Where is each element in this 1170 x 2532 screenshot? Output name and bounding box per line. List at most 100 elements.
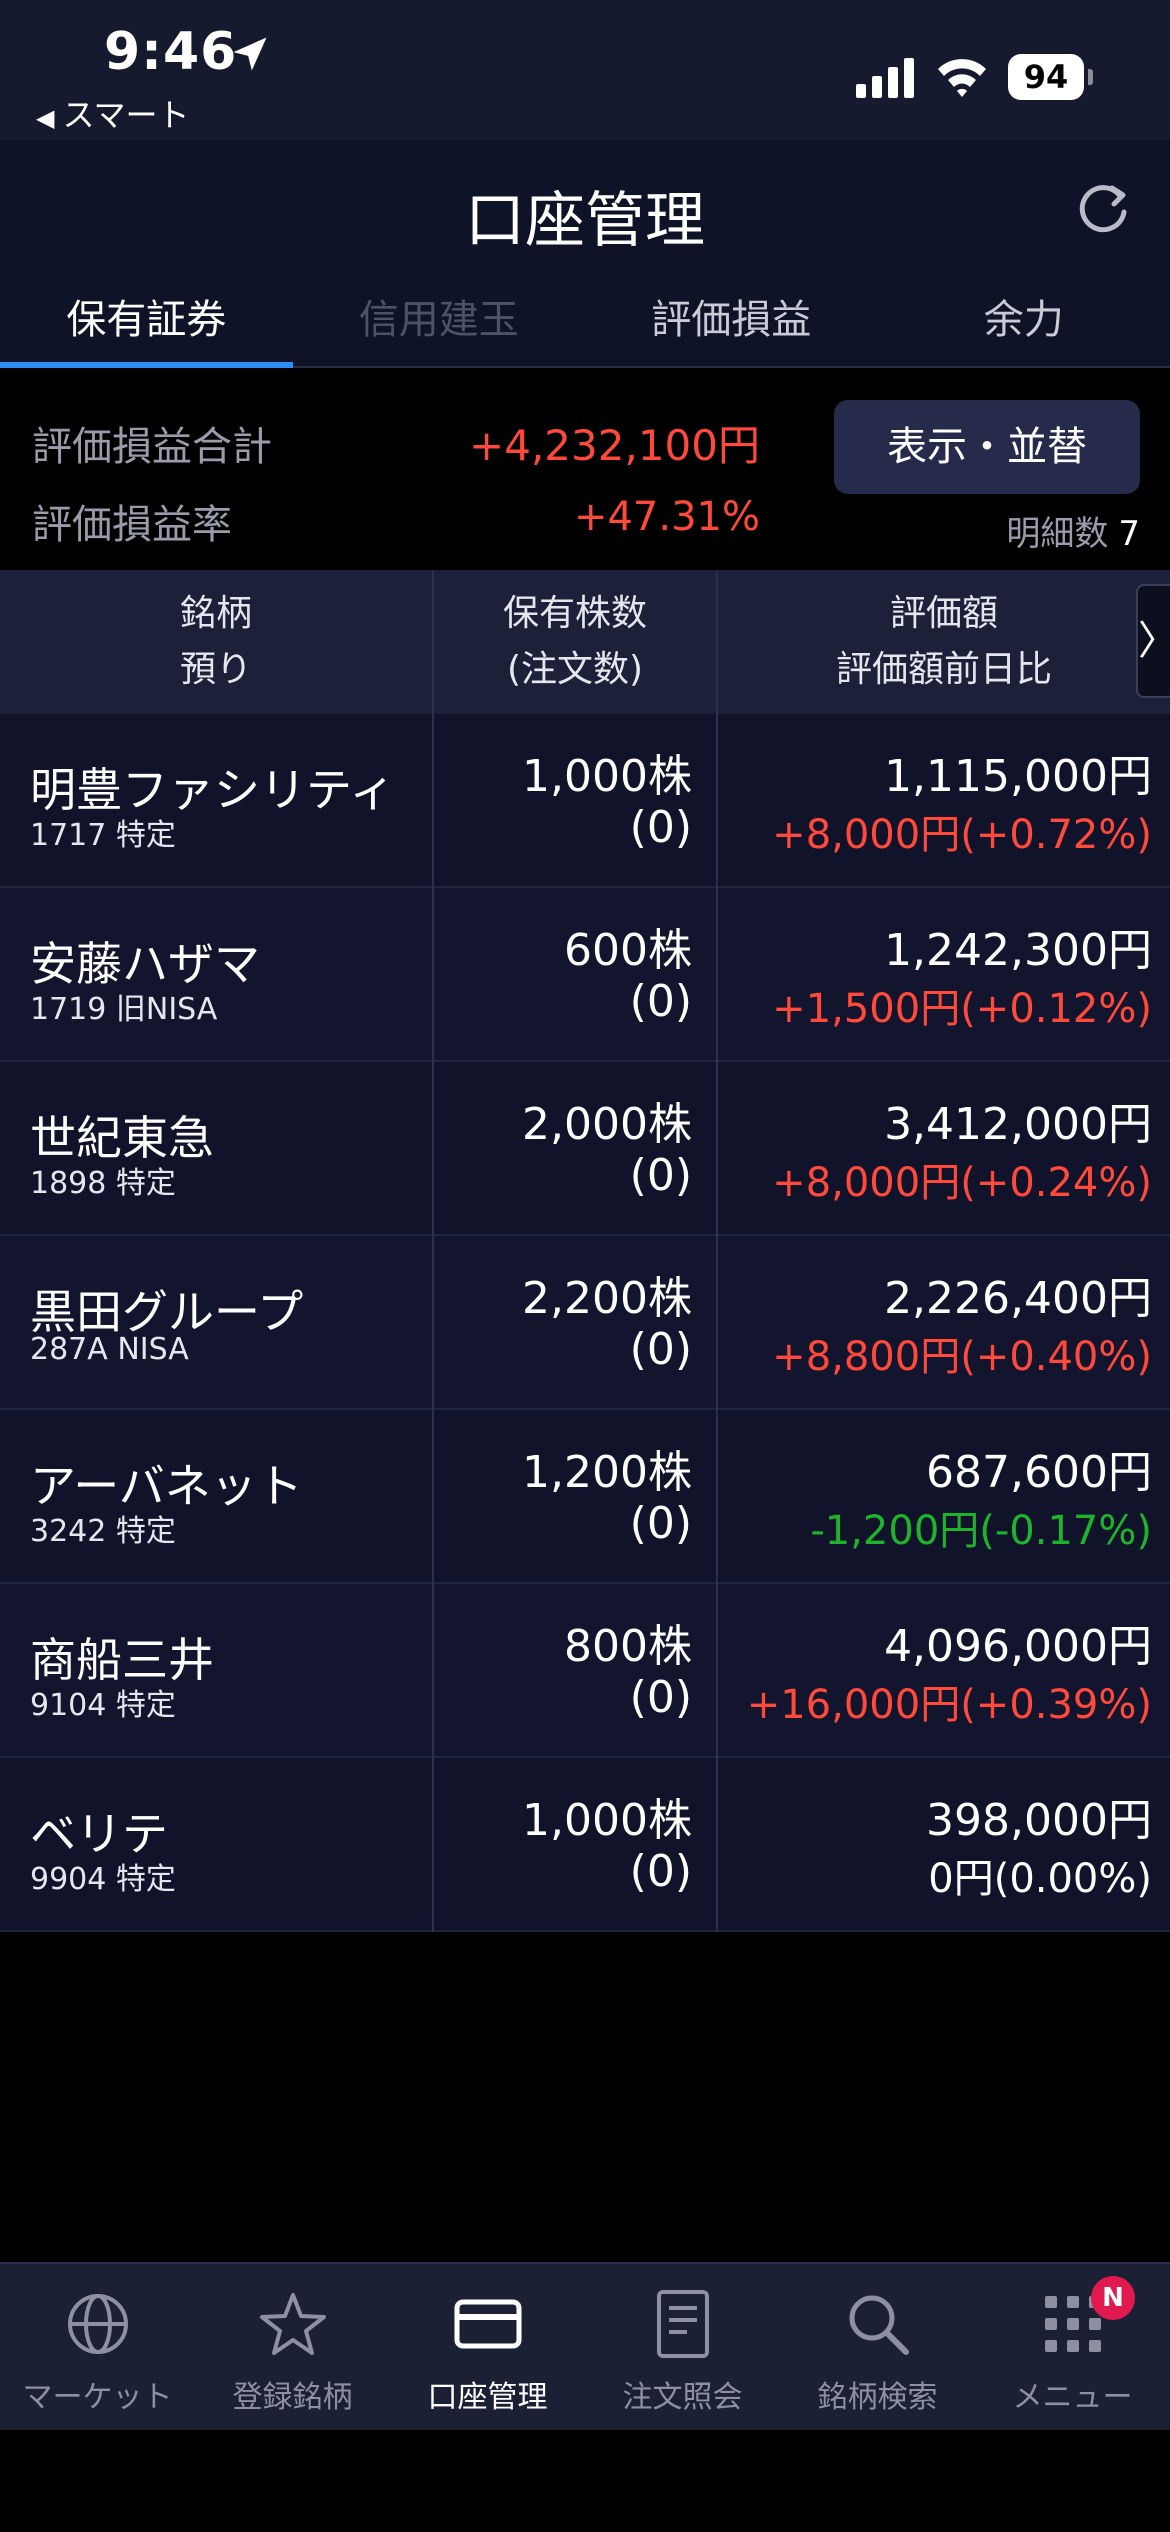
battery-icon: 94 — [1008, 54, 1093, 100]
day-change: +8,000円(+0.24%) — [772, 1160, 1152, 1206]
stock-code-account: 3242 特定 — [30, 1514, 176, 1549]
display-sort-button[interactable]: 表示・並替 — [834, 400, 1140, 494]
pl-rate-value: +47.31% — [573, 494, 760, 540]
header-shares[interactable]: 保有株数 (注文数) — [434, 570, 716, 714]
header-valuation[interactable]: 評価額 評価額前日比 — [718, 570, 1170, 714]
header-custody-label: 預り — [179, 649, 252, 690]
table-row[interactable]: 世紀東急 1898 特定 2,000株 (0) 3,412,000円 +8,00… — [0, 1062, 1170, 1236]
home-indicator-area — [0, 2430, 1170, 2532]
orders-count: (0) — [629, 1846, 692, 1897]
valuation: 4,096,000円 — [884, 1621, 1152, 1672]
valuation: 398,000円 — [926, 1795, 1152, 1846]
valuation: 3,412,000円 — [884, 1099, 1152, 1150]
nav-watchlist[interactable]: 登録銘柄 — [195, 2264, 390, 2430]
orders-count: (0) — [629, 1498, 692, 1549]
table-header: 銘柄 預り 保有株数 (注文数) 評価額 評価額前日比 〉 — [0, 570, 1170, 714]
header-orders-label: (注文数) — [506, 649, 644, 690]
day-change: +1,500円(+0.12%) — [772, 986, 1152, 1032]
tab-holdings[interactable]: 保有証券 — [0, 280, 293, 368]
valuation: 2,226,400円 — [884, 1273, 1152, 1324]
wifi-icon — [938, 59, 986, 97]
orders-count: (0) — [629, 1324, 692, 1375]
total-pl-value: +4,232,100円 — [469, 421, 760, 470]
stock-code-account: 1717 特定 — [30, 818, 176, 853]
tab-bar: 保有証券 信用建玉 評価損益 余力 — [0, 280, 1170, 368]
back-app-label: スマート — [62, 96, 190, 134]
menu-notification-badge: N — [1091, 2276, 1135, 2320]
pl-summary: 評価損益合計 +4,232,100円 評価損益率 +47.31% 表示・並替 明… — [0, 370, 1170, 570]
document-icon — [656, 2290, 709, 2358]
orders-count: (0) — [629, 976, 692, 1027]
nav-account-label: 口座管理 — [427, 2380, 548, 2415]
detail-count-label: 明細数 — [1006, 514, 1109, 554]
shares-held: 1,000株 — [522, 1795, 692, 1846]
pl-rate-label: 評価損益率 — [32, 502, 232, 548]
nav-market[interactable]: マーケット — [0, 2264, 195, 2430]
day-change: 0円(0.00%) — [928, 1856, 1152, 1902]
stock-code-account: 287A NISA — [30, 1332, 189, 1367]
stock-code-account: 9904 特定 — [30, 1862, 176, 1897]
valuation: 1,242,300円 — [884, 925, 1152, 976]
header: 口座管理 保有証券 信用建玉 評価損益 余力 — [0, 140, 1170, 368]
table-row[interactable]: ベリテ 9904 特定 1,000株 (0) 398,000円 0円(0.00%… — [0, 1758, 1170, 1932]
day-change: +8,800円(+0.40%) — [772, 1334, 1152, 1380]
tab-buying-power[interactable]: 余力 — [878, 280, 1170, 366]
tab-unrealized-pl[interactable]: 評価損益 — [585, 280, 878, 366]
orders-count: (0) — [629, 1150, 692, 1201]
header-shares-label: 保有株数 — [502, 593, 647, 634]
table-row[interactable]: 明豊ファシリティ 1717 特定 1,000株 (0) 1,115,000円 +… — [0, 714, 1170, 888]
holdings-list: 明豊ファシリティ 1717 特定 1,000株 (0) 1,115,000円 +… — [0, 714, 1170, 1932]
day-change: +16,000円(+0.39%) — [746, 1682, 1152, 1728]
shares-held: 800株 — [564, 1621, 692, 1672]
shares-held: 1,000株 — [522, 751, 692, 802]
card-icon — [454, 2299, 521, 2349]
table-row[interactable]: 黒田グループ 287A NISA 2,200株 (0) 2,226,400円 +… — [0, 1236, 1170, 1410]
nav-menu-label: メニュー — [1012, 2380, 1133, 2415]
back-triangle-icon: ◀ — [36, 104, 55, 132]
nav-account[interactable]: 口座管理 — [390, 2264, 585, 2430]
valuation: 687,600円 — [926, 1447, 1152, 1498]
nav-watchlist-label: 登録銘柄 — [232, 2380, 353, 2415]
page-title: 口座管理 — [465, 186, 705, 256]
star-icon — [259, 2293, 326, 2355]
header-stock-label: 銘柄 — [179, 593, 252, 634]
detail-count: 明細数 7 — [1006, 506, 1140, 555]
back-to-app-link[interactable]: ◀ スマート — [36, 90, 190, 136]
bottom-nav: マーケット 登録銘柄 口座管理 注文照会 銘柄検索 N メニュー — [0, 2262, 1170, 2430]
shares-held: 1,200株 — [522, 1447, 692, 1498]
nav-search-label: 銘柄検索 — [817, 2380, 938, 2415]
detail-count-value: 7 — [1118, 514, 1140, 554]
day-change: -1,200円(-0.17%) — [810, 1508, 1152, 1554]
nav-orders-label: 注文照会 — [622, 2380, 743, 2415]
refresh-icon[interactable] — [1072, 178, 1134, 240]
status-bar: 9:46 ◀ スマート 94 — [0, 0, 1170, 140]
day-change: +8,000円(+0.72%) — [772, 812, 1152, 858]
stock-code-account: 9104 特定 — [30, 1688, 176, 1723]
shares-held: 2,200株 — [522, 1273, 692, 1324]
valuation: 1,115,000円 — [884, 751, 1152, 802]
table-row[interactable]: アーバネット 3242 特定 1,200株 (0) 687,600円 -1,20… — [0, 1410, 1170, 1584]
tab-margin-positions[interactable]: 信用建玉 — [293, 280, 586, 366]
header-valuation-label: 評価額 — [889, 593, 998, 634]
stock-code-account: 1898 特定 — [30, 1166, 176, 1201]
orders-count: (0) — [629, 802, 692, 853]
orders-count: (0) — [629, 1672, 692, 1723]
status-time: 9:46 — [104, 22, 238, 82]
nav-search[interactable]: 銘柄検索 — [780, 2264, 975, 2430]
more-columns-button[interactable]: 〉 — [1136, 584, 1170, 698]
cellular-signal-icon — [856, 58, 914, 98]
stock-code-account: 1719 旧NISA — [30, 992, 218, 1027]
nav-market-label: マーケット — [22, 2380, 173, 2415]
nav-orders[interactable]: 注文照会 — [585, 2264, 780, 2430]
header-stock[interactable]: 銘柄 預り — [0, 570, 432, 714]
shares-held: 600株 — [564, 925, 692, 976]
globe-icon — [67, 2294, 128, 2354]
table-row[interactable]: 商船三井 9104 特定 800株 (0) 4,096,000円 +16,000… — [0, 1584, 1170, 1758]
search-icon — [849, 2295, 909, 2355]
shares-held: 2,000株 — [522, 1099, 692, 1150]
header-daychange-label: 評価額前日比 — [835, 649, 1052, 690]
total-pl-label: 評価損益合計 — [32, 424, 272, 470]
nav-menu[interactable]: N メニュー — [975, 2264, 1170, 2430]
table-row[interactable]: 安藤ハザマ 1719 旧NISA 600株 (0) 1,242,300円 +1,… — [0, 888, 1170, 1062]
location-arrow-icon — [233, 37, 267, 71]
